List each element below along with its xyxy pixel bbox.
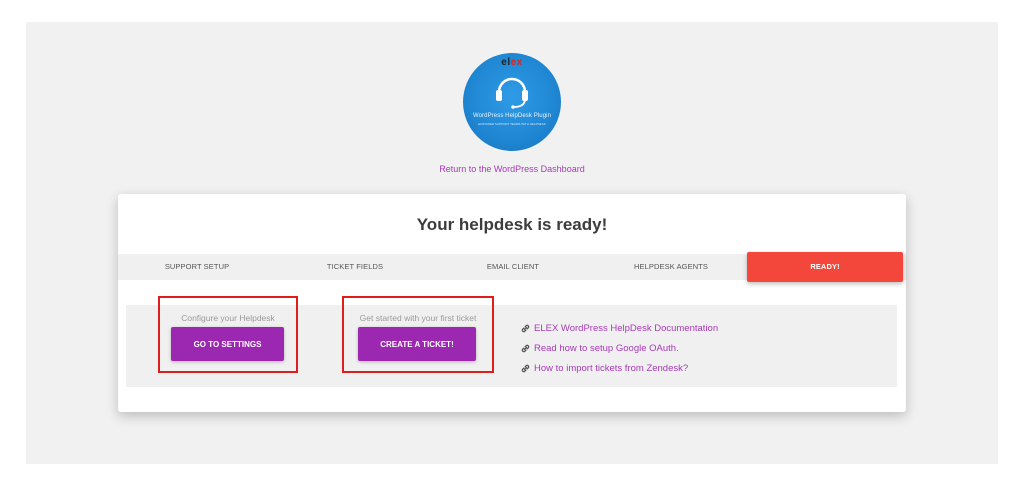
link-label[interactable]: ELEX WordPress HelpDesk Documentation [534, 323, 718, 334]
ticket-hint: Get started with your first ticket [359, 313, 477, 323]
step-helpdesk-agents[interactable]: HELPDESK AGENTS [592, 254, 750, 280]
step-support-setup[interactable]: SUPPORT SETUP [118, 254, 276, 280]
plugin-name: WordPress HelpDesk Plugin [472, 113, 552, 119]
link-icon [521, 364, 530, 372]
step-email-client[interactable]: EMAIL CLIENT [434, 254, 592, 280]
helpdesk-logo: elex WordPress HelpDesk Plugin EMPOWER S… [463, 53, 561, 151]
plugin-tagline: EMPOWER SUPPORT TEAMS WITH HELPDESK [478, 122, 546, 126]
go-to-settings-button[interactable]: GO TO SETTINGS [171, 327, 284, 361]
link-zendesk-import[interactable]: How to import tickets from Zendesk? [520, 358, 718, 378]
link-label[interactable]: Read how to setup Google OAuth. [534, 343, 679, 354]
link-icon [521, 344, 530, 352]
step-ready[interactable]: READY! [747, 252, 903, 282]
link-documentation[interactable]: ELEX WordPress HelpDesk Documentation [520, 318, 718, 338]
link-icon [521, 324, 530, 332]
create-ticket-button[interactable]: CREATE A TICKET! [358, 327, 476, 361]
settings-hint: Configure your Helpdesk [181, 313, 275, 323]
link-label[interactable]: How to import tickets from Zendesk? [534, 363, 688, 374]
card-title: Your helpdesk is ready! [416, 215, 608, 234]
link-google-oauth[interactable]: Read how to setup Google OAuth. [520, 338, 718, 358]
headset-icon [496, 77, 528, 109]
step-ticket-fields[interactable]: TICKET FIELDS [276, 254, 434, 280]
help-links: ELEX WordPress HelpDesk Documentation Re… [520, 318, 718, 378]
brand-logo-text: elex [501, 57, 523, 68]
return-dashboard-link[interactable]: Return to the WordPress Dashboard [0, 164, 1024, 174]
setup-steps: SUPPORT SETUP TICKET FIELDS EMAIL CLIENT… [118, 252, 906, 282]
setup-card: Your helpdesk is ready! SUPPORT SETUP TI… [118, 194, 906, 412]
